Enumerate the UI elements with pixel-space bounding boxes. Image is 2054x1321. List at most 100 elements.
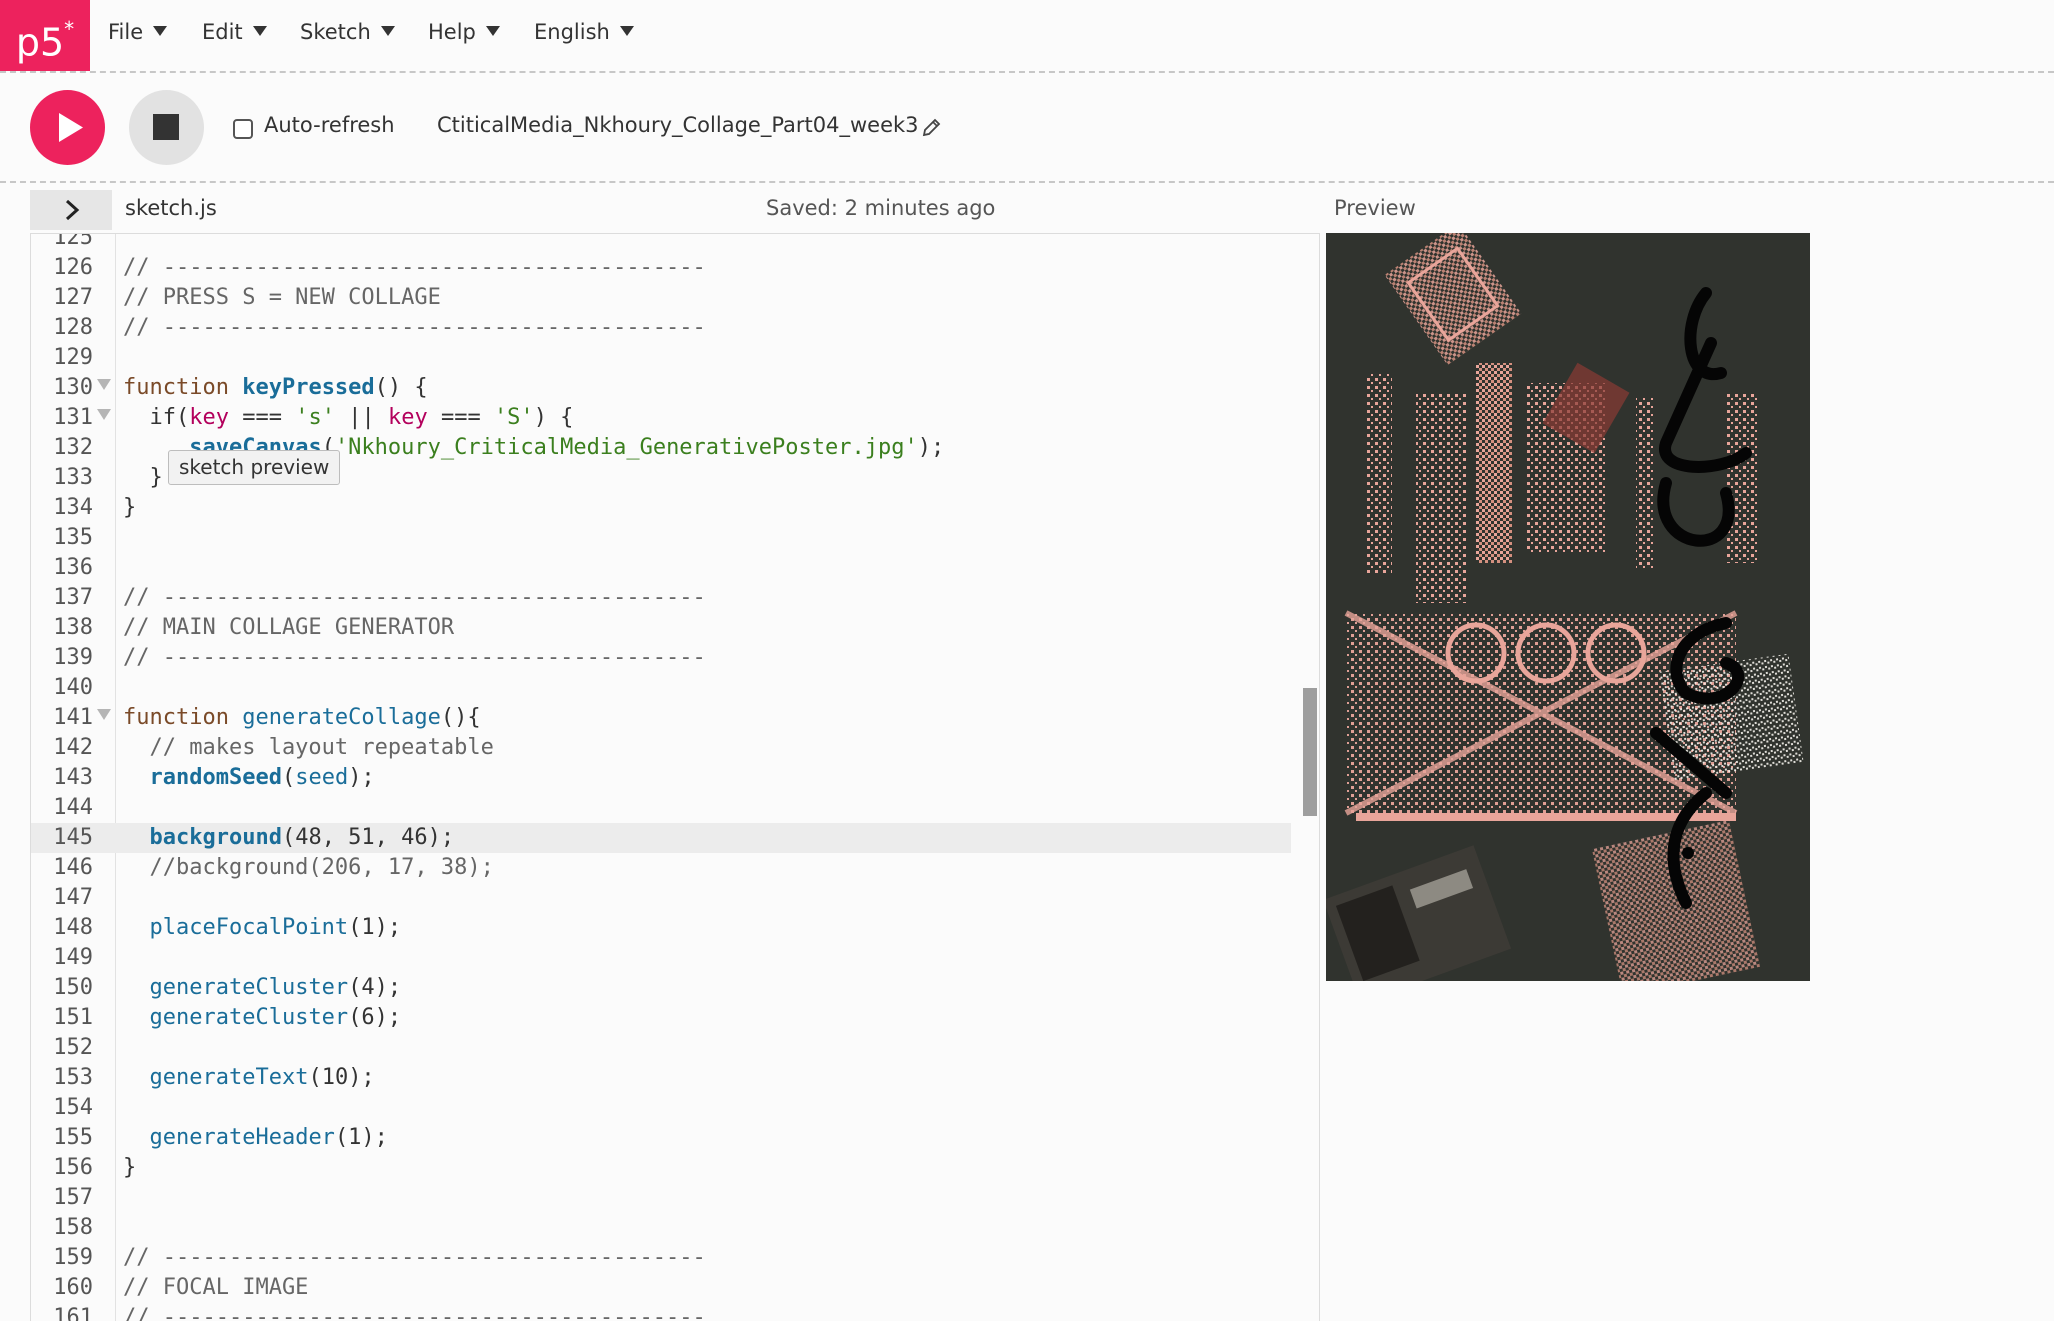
code-line[interactable]: 125 [31,233,1291,253]
code-line[interactable]: 156} [31,1153,1291,1183]
code-line[interactable]: 146 //background(206, 17, 38); [31,853,1291,883]
line-number: 130 [53,375,93,400]
menu-sketch-label: Sketch [300,20,371,44]
stop-icon [153,114,179,140]
menu-sketch[interactable]: Sketch [300,20,395,44]
code-line[interactable]: 157 [31,1183,1291,1213]
editor-scrollbar[interactable] [1303,688,1317,816]
code-line[interactable]: 130 function keyPressed() { [31,373,1291,403]
code-token: } [123,495,137,520]
line-number: 138 [53,615,93,640]
code-line[interactable]: 158 [31,1213,1291,1243]
code-line[interactable]: 148 placeFocalPoint(1); [31,913,1291,943]
p5-logo[interactable]: p5* [0,0,90,71]
sketch-preview-canvas[interactable] [1326,233,1810,981]
code-line[interactable]: 142 // makes layout repeatable [31,733,1291,763]
code-line[interactable]: 144 [31,793,1291,823]
code-line[interactable]: 136 [31,553,1291,583]
line-number: 135 [53,525,93,550]
code-token: // -------------------------------------… [123,1245,706,1270]
line-number: 146 [53,855,93,880]
code-text: generateCluster(4); [123,973,402,1003]
line-number: 150 [53,975,93,1000]
auto-refresh-checkbox[interactable] [233,119,253,139]
code-token: randomSeed [149,765,282,790]
code-line[interactable]: 126 // ----------------------------------… [31,253,1291,283]
code-token: } [123,465,163,490]
code-line[interactable]: 140 [31,673,1291,703]
code-lines: 125 126 // -------------------------------… [31,233,1291,1321]
menu-file[interactable]: File [108,20,168,44]
chevron-right-icon [65,199,80,221]
stop-button[interactable] [129,90,204,165]
code-line[interactable]: 145 background(48, 51, 46); [31,823,1291,853]
code-line[interactable]: 147 [31,883,1291,913]
code-text: function keyPressed() { [123,373,428,403]
code-line[interactable]: 131 if(key === 's' || key === 'S') { [31,403,1291,433]
code-line[interactable]: 151 generateCluster(6); [31,1003,1291,1033]
code-line[interactable]: 150 generateCluster(4); [31,973,1291,1003]
code-line[interactable]: 143 randomSeed(seed); [31,763,1291,793]
line-number: 140 [53,675,93,700]
code-editor[interactable]: 125 126 // -------------------------------… [30,233,1320,1321]
code-token: key [189,405,229,430]
line-number: 137 [53,585,93,610]
logo-text: p5 [15,20,65,65]
code-line[interactable]: 135 [31,523,1291,553]
line-number: 145 [53,825,93,850]
code-line[interactable]: 161 // ----------------------------------… [31,1303,1291,1321]
line-number: 125 [53,233,93,250]
sidebar-toggle-button[interactable] [30,190,112,230]
line-number: 132 [53,435,93,460]
code-line[interactable]: 137 // ----------------------------------… [31,583,1291,613]
code-line[interactable]: 149 [31,943,1291,973]
code-token: keyPressed [242,375,375,400]
code-line[interactable]: 139 // ----------------------------------… [31,643,1291,673]
line-number: 156 [53,1155,93,1180]
code-token: // -------------------------------------… [123,585,706,610]
code-line[interactable]: 160 // FOCAL IMAGE [31,1273,1291,1303]
code-line[interactable]: 153 generateText(10); [31,1063,1291,1093]
line-number: 133 [53,465,93,490]
code-token: // -------------------------------------… [123,255,706,280]
code-line[interactable]: 134} [31,493,1291,523]
sketch-name[interactable]: CtiticalMedia_Nkhoury_Collage_Part04_wee… [437,113,919,137]
code-token: ); [348,765,375,790]
line-number: 131 [53,405,93,430]
menu-language[interactable]: English [534,20,634,44]
code-token: seed [295,765,349,790]
play-button[interactable] [30,90,105,165]
line-number: 142 [53,735,93,760]
line-number: 126 [53,255,93,280]
fold-arrow-icon[interactable] [97,409,111,420]
code-line[interactable]: 141 function generateCollage(){ [31,703,1291,733]
code-token: 'Nkhoury_CriticalMedia_GenerativePoster.… [334,435,918,460]
code-line[interactable]: 155 generateHeader(1); [31,1123,1291,1153]
file-tab[interactable]: sketch.js [125,196,217,220]
code-line[interactable]: 159 // ----------------------------------… [31,1243,1291,1273]
code-text: placeFocalPoint(1); [123,913,402,943]
code-token: 'S' [493,405,534,430]
code-text: generateCluster(6); [123,1003,402,1033]
code-line[interactable]: 127 // PRESS S = NEW COLLAGE [31,283,1291,313]
code-text: background(48, 51, 46); [123,823,455,853]
code-line[interactable]: 154 [31,1093,1291,1123]
fold-arrow-icon[interactable] [97,709,111,720]
code-token: (6); [348,1005,402,1030]
code-token: (48, 51, 46); [281,825,455,850]
menu-edit[interactable]: Edit [202,20,267,44]
fold-arrow-icon[interactable] [97,379,111,390]
code-token: () { [374,375,428,400]
line-number: 149 [53,945,93,970]
code-line[interactable]: 138 // MAIN COLLAGE GENERATOR [31,613,1291,643]
code-line[interactable]: 128 // ----------------------------------… [31,313,1291,343]
code-token: key [387,405,428,430]
menu-help[interactable]: Help [428,20,500,44]
code-line[interactable]: 152 [31,1033,1291,1063]
top-menu-bar: p5* File Edit Sketch Help English [0,0,2054,71]
pencil-icon[interactable] [920,117,942,139]
code-token: (4); [348,975,402,1000]
code-line[interactable]: 129 [31,343,1291,373]
